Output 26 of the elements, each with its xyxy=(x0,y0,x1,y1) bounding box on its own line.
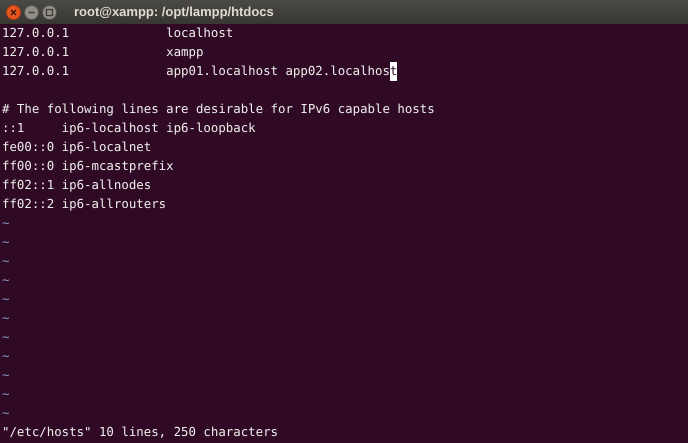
empty-line-marker: ~ xyxy=(2,385,10,404)
text-line: 127.0.0.1 xampp xyxy=(2,43,204,62)
empty-line-marker: ~ xyxy=(2,404,10,422)
window-title: root@xampp: /opt/lampp/htdocs xyxy=(74,3,274,22)
empty-line-marker: ~ xyxy=(2,290,10,308)
status-line: "/etc/hosts" 10 lines, 250 characters xyxy=(2,423,278,442)
text-cursor: t xyxy=(390,62,398,81)
text-line: ff02::1 ip6-allnodes xyxy=(2,176,152,194)
maximize-icon[interactable] xyxy=(42,4,57,20)
text-line: 127.0.0.1 localhost xyxy=(2,24,234,42)
close-icon[interactable] xyxy=(6,4,21,20)
empty-line-marker: ~ xyxy=(2,214,10,232)
text-line: fe00::0 ip6-localnet xyxy=(2,138,152,156)
minimize-icon[interactable] xyxy=(24,4,39,20)
empty-line-marker: ~ xyxy=(2,252,10,270)
text-line: # The following lines are desirable for IPv6 capable hosts xyxy=(2,100,435,118)
text-line: ff02::2 ip6-allrouters xyxy=(2,195,166,214)
text-line: 127.0.0.1 app01.localhost app02.localhos xyxy=(2,62,390,80)
empty-line-marker: ~ xyxy=(2,347,10,366)
text-line: ff00::0 ip6-mcastprefix xyxy=(2,157,174,176)
empty-line-marker: ~ xyxy=(2,271,10,290)
empty-line-marker: ~ xyxy=(2,366,10,384)
empty-line-marker: ~ xyxy=(2,233,10,252)
empty-line-marker: ~ xyxy=(2,309,10,328)
empty-line-marker: ~ xyxy=(2,328,10,346)
text-line: ::1 ip6-localhost ip6-loopback xyxy=(2,119,256,138)
